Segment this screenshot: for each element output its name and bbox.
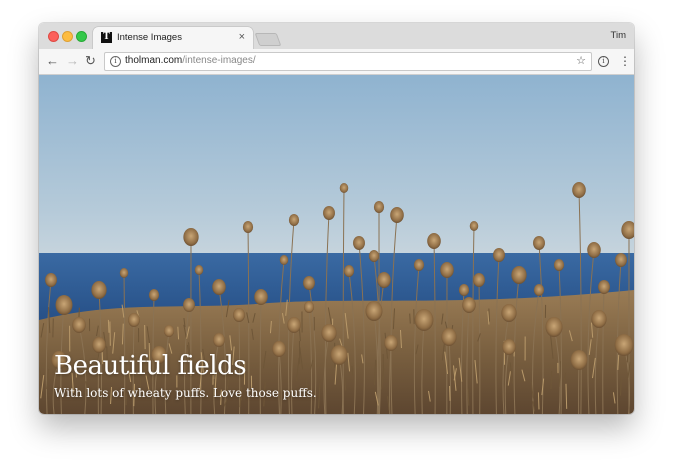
seed-head <box>462 297 476 313</box>
seed-head <box>288 214 300 226</box>
seed-head <box>128 313 140 327</box>
seed-head <box>502 339 516 355</box>
seed-head <box>242 221 254 233</box>
seed-head <box>533 236 545 250</box>
tab-intense-images[interactable]: T Intense Images × <box>93 27 253 49</box>
seed-head <box>511 266 527 284</box>
seed-head <box>414 309 434 331</box>
seed-head <box>570 350 588 370</box>
seed-head <box>183 298 195 312</box>
seed-head <box>183 228 199 246</box>
seed-head <box>91 281 107 299</box>
seed-head <box>212 279 226 295</box>
seed-head <box>427 233 441 249</box>
tab-close-icon[interactable]: × <box>239 31 245 43</box>
seed-head <box>533 284 545 296</box>
seed-head <box>343 265 355 277</box>
maximize-window-button[interactable] <box>76 31 87 42</box>
seed-head <box>353 236 365 250</box>
url-host: tholman.com <box>125 55 183 66</box>
grass-blade <box>107 319 110 333</box>
seed-head <box>321 324 337 342</box>
seed-head <box>458 284 470 296</box>
seed-head <box>330 345 348 365</box>
seed-head <box>303 276 315 290</box>
seed-head <box>279 255 289 265</box>
reload-icon[interactable]: ↻ <box>85 53 96 69</box>
seed-head <box>390 207 404 223</box>
seed-head <box>469 221 479 231</box>
seed-head <box>72 317 86 333</box>
seed-head <box>55 295 73 315</box>
seed-head <box>591 310 607 328</box>
seed-head <box>287 317 301 333</box>
seed-head <box>365 301 383 321</box>
seed-head <box>213 333 225 347</box>
browser-toolbar: ← → ↻ i tholman.com/intense-images/ ☆ i … <box>39 49 634 75</box>
profile-name[interactable]: Tim <box>611 30 626 41</box>
back-arrow-icon[interactable]: ← <box>46 53 59 69</box>
seed-head <box>501 304 517 322</box>
close-window-button[interactable] <box>48 31 59 42</box>
seed-head <box>163 325 175 337</box>
url-text[interactable]: tholman.com/intense-images/ <box>125 55 256 66</box>
favicon-icon: T <box>101 32 112 43</box>
grass-blade <box>620 377 622 396</box>
seed-head <box>473 273 485 287</box>
seed-head <box>572 182 586 198</box>
seed-head <box>587 242 601 258</box>
minimize-window-button[interactable] <box>62 31 73 42</box>
seed-head <box>119 268 129 278</box>
hero-subtitle: With lots of wheaty puffs. Love those pu… <box>54 386 317 400</box>
title-bar: T Intense Images × Tim <box>39 23 634 49</box>
grass-blade <box>409 313 411 324</box>
grass-blade <box>351 365 354 376</box>
sky <box>39 75 634 255</box>
new-tab-button[interactable] <box>254 33 282 46</box>
forward-arrow-icon[interactable]: → <box>66 53 79 69</box>
browser-window: T Intense Images × Tim ← → ↻ i tholman.c… <box>39 23 634 414</box>
seed-head <box>598 280 610 294</box>
extension-info-icon[interactable]: i <box>598 56 609 67</box>
seed-head <box>440 262 454 278</box>
page-content: Beautiful fields With lots of wheaty puf… <box>39 75 634 414</box>
seed-head <box>545 317 563 337</box>
seed-head <box>45 273 57 287</box>
seed-head <box>441 328 457 346</box>
seed-head <box>323 206 335 220</box>
seed-head <box>413 259 425 271</box>
address-bar[interactable]: i tholman.com/intense-images/ ☆ <box>104 52 592 71</box>
seed-head <box>373 201 385 213</box>
seed-head <box>194 265 204 275</box>
seed-head <box>148 289 160 301</box>
seed-head <box>553 259 565 271</box>
seed-head <box>254 289 268 305</box>
seed-head <box>614 334 634 356</box>
seed-head <box>493 248 505 262</box>
hero-title: Beautiful fields <box>54 351 247 381</box>
grass-blade <box>565 383 568 409</box>
seed-head <box>303 301 315 313</box>
seed-head <box>368 250 380 262</box>
seed-head <box>377 272 391 288</box>
bookmark-star-icon[interactable]: ☆ <box>576 54 586 67</box>
site-info-icon[interactable]: i <box>110 56 121 67</box>
grass-blade <box>537 392 540 410</box>
seed-head <box>384 335 398 351</box>
menu-dots-icon[interactable]: ⋮ <box>619 54 631 68</box>
seed-head <box>272 341 286 357</box>
seed-head <box>615 253 627 267</box>
grass-blade <box>449 385 451 401</box>
tab-title: Intense Images <box>117 32 182 43</box>
seed-head <box>339 183 349 193</box>
url-path: /intense-images/ <box>182 55 256 66</box>
seed-head <box>233 308 245 322</box>
